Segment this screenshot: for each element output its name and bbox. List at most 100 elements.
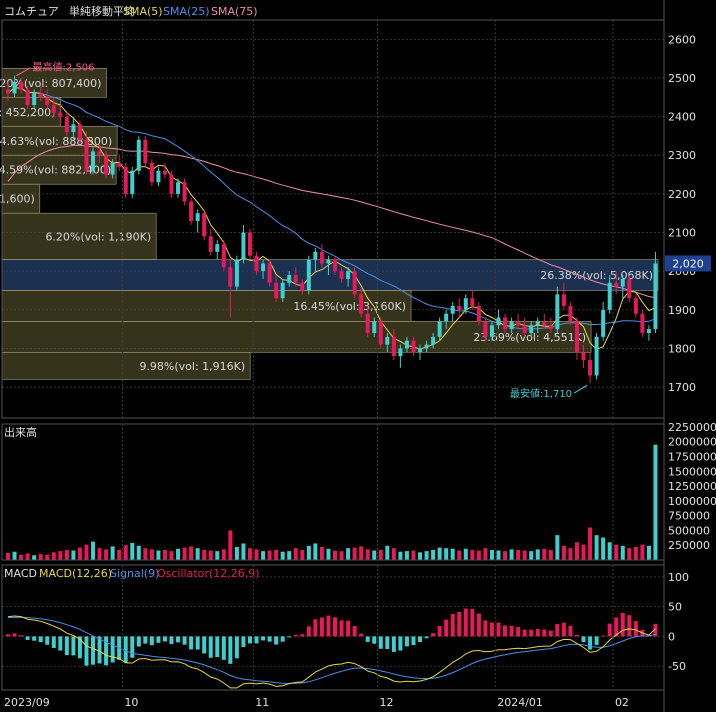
volume-bar [503, 551, 508, 560]
candle-body [653, 263, 658, 330]
volume-bar [522, 550, 527, 560]
volume-bar [404, 551, 409, 560]
oscillator-bar [234, 636, 239, 659]
volume-bar [156, 550, 161, 560]
price-tick-label: 2600 [668, 33, 696, 46]
volume-bar [221, 549, 226, 560]
macd-tick-label: 0 [668, 630, 675, 643]
oscillator-bar [503, 625, 508, 637]
oscillator-bar [19, 635, 24, 637]
candle-body [84, 139, 89, 171]
volume-bar [143, 548, 148, 560]
volume-bar [12, 551, 17, 560]
candle-body [640, 313, 645, 333]
oscillator-bar [404, 636, 409, 647]
oscillator-bar [97, 636, 102, 664]
oscillator-bar [607, 623, 612, 637]
volume-bar [385, 545, 390, 560]
candle-body [91, 151, 96, 171]
volume-bar [169, 551, 174, 560]
candle-body [444, 313, 449, 322]
oscillator-bar [535, 628, 540, 637]
volume-bar [267, 550, 272, 560]
x-tick-label: 02 [615, 696, 629, 709]
oscillator-bar [254, 636, 259, 644]
candle-body [77, 124, 82, 140]
oscillator-bar [496, 622, 501, 637]
candle-body [313, 251, 318, 260]
volume-profile-label: 6.20%(vol: 1,190K) [45, 230, 151, 243]
volume-bar [620, 545, 625, 560]
volume-bar [653, 444, 658, 560]
candle-body [483, 321, 488, 337]
oscillator-bar [189, 636, 194, 650]
oscillator-bar [32, 636, 37, 641]
candle-body [32, 93, 37, 106]
volume-bar [261, 551, 266, 560]
volume-bar [646, 545, 651, 560]
candle-body [176, 182, 181, 194]
oscillator-bar [287, 636, 292, 638]
oscillator-bar [346, 620, 351, 637]
price-tick-label: 1800 [668, 342, 696, 355]
volume-profile-label: 26.38%(vol: 5,068K) [540, 269, 653, 282]
volume-bar [208, 550, 213, 560]
candle-body [64, 116, 69, 133]
candle-body [568, 305, 573, 322]
candle-body [378, 321, 383, 345]
volume-panel: 250000 500000750000 1000000 1250000 15000001… [6, 421, 716, 560]
candle-body [398, 348, 403, 357]
volume-bar [84, 544, 89, 560]
candle-body [594, 336, 599, 376]
candle-body [489, 325, 494, 337]
volume-bar [581, 544, 586, 560]
oscillator-bar [241, 636, 246, 647]
candle-body [372, 321, 377, 333]
x-tick-label: 12 [380, 696, 394, 709]
oscillator-bar [71, 636, 76, 656]
candle-body [71, 124, 76, 133]
low-annotation-line [573, 384, 588, 394]
volume-bar [574, 542, 579, 560]
oscillator-bar [215, 636, 220, 658]
price-tick-label: 2400 [668, 111, 696, 124]
volume-bar [437, 547, 442, 560]
volume-bar [378, 549, 383, 560]
oscillator-bar [574, 634, 579, 637]
candle-body [287, 275, 292, 283]
volume-tick-label: 500000 [668, 524, 710, 537]
oscillator-bar [444, 619, 449, 637]
oscillator-bar [91, 636, 96, 665]
volume-bar [555, 535, 560, 560]
volume-bar [633, 546, 638, 560]
high-annotation: 最高値:2,506 [33, 61, 95, 74]
candle-body [346, 271, 351, 279]
volume-bar [247, 548, 252, 560]
oscillator-bar [385, 636, 390, 649]
volume-profile-label: 9.98%(vol: 1,916K) [139, 360, 245, 373]
volume-bar [535, 549, 540, 560]
volume-bar [607, 542, 612, 560]
oscillator-bar [529, 629, 534, 637]
oscillator-bar [620, 612, 625, 637]
current-price-label: 2,020 [672, 257, 704, 270]
candle-body [555, 294, 560, 330]
candle-body [45, 97, 50, 106]
volume-bar [176, 548, 181, 560]
volume-tick-label: 1250000 [668, 480, 716, 493]
candle-body [117, 162, 122, 167]
volume-frame [1, 423, 665, 561]
volume-bar [326, 548, 331, 560]
oscillator-bar [84, 636, 89, 666]
oscillator-bar [372, 636, 377, 644]
volume-bar [640, 544, 645, 560]
oscillator-bar [476, 613, 481, 637]
candle-body [208, 236, 213, 252]
volume-bar [601, 537, 606, 560]
candle-body [162, 170, 167, 175]
oscillator-bar [293, 634, 298, 637]
candle-body [280, 282, 285, 299]
oscillator-bar [424, 636, 429, 639]
volume-bar [38, 554, 43, 560]
candle-body [404, 340, 409, 349]
